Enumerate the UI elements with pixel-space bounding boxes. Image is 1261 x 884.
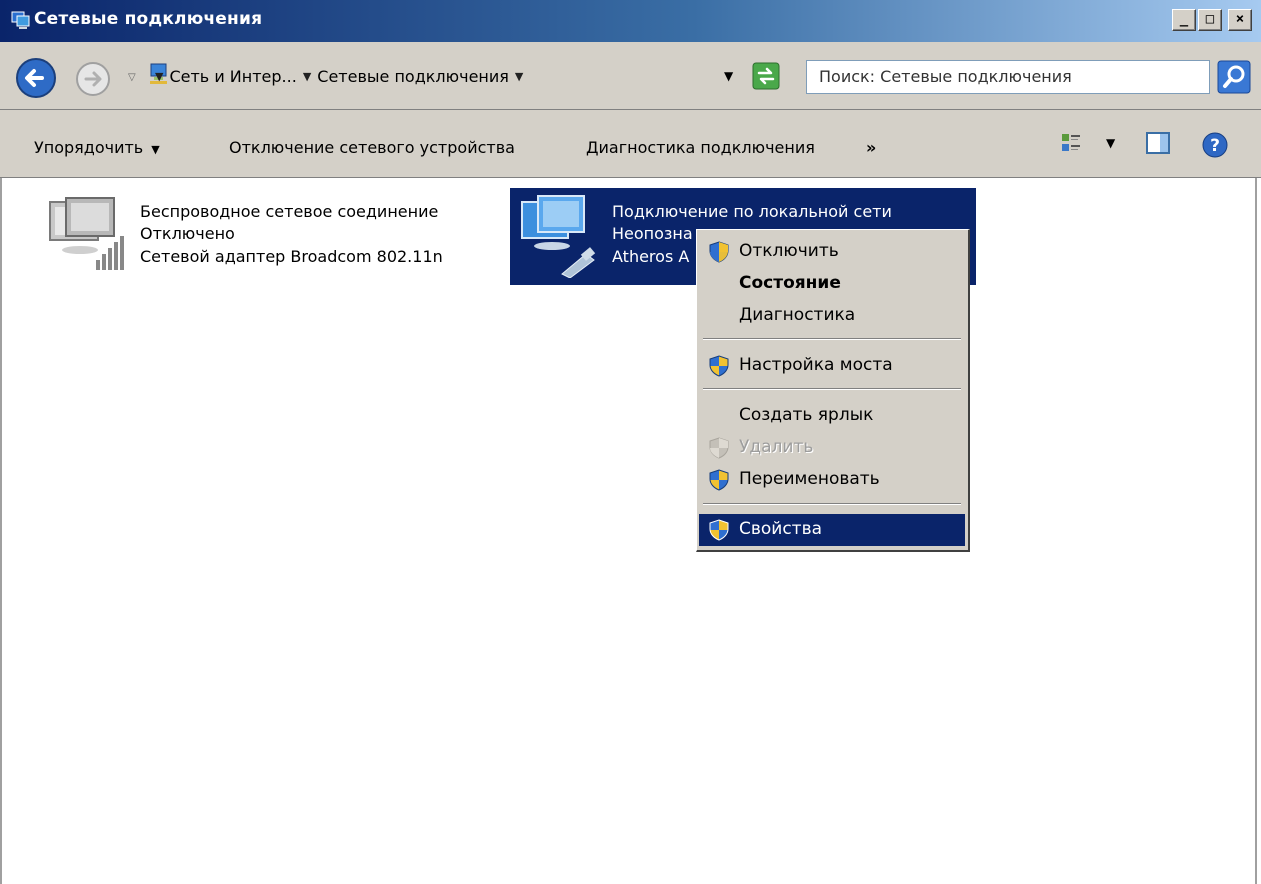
menu-separator: [703, 503, 961, 505]
views-button[interactable]: [1060, 132, 1082, 158]
crumb-separator-icon[interactable]: ▼: [303, 70, 311, 83]
organize-label: Упорядочить: [34, 138, 144, 157]
menu-separator: [703, 388, 961, 390]
wireless-network-icon: [44, 192, 136, 281]
forward-arrow-icon: [76, 62, 110, 96]
search-icon: [1217, 60, 1251, 94]
menu-item-label: Удалить: [739, 437, 814, 457]
maximize-icon: □: [1205, 11, 1215, 27]
menu-item-label: Отключить: [739, 241, 839, 261]
menu-item-properties[interactable]: Свойства: [699, 514, 965, 546]
preview-pane-icon: [1146, 132, 1170, 154]
preview-pane-button[interactable]: [1146, 132, 1170, 158]
help-button[interactable]: ?: [1202, 132, 1228, 162]
crumb-separator-icon[interactable]: ▼: [155, 70, 163, 83]
connection-item-wireless[interactable]: Беспроводное сетевое соединение Отключен…: [40, 190, 490, 280]
dropdown-arrow-icon: ▼: [151, 143, 160, 156]
close-icon: ×: [1235, 11, 1245, 27]
close-button[interactable]: ×: [1228, 9, 1252, 31]
lan-network-icon: [516, 192, 602, 283]
uac-shield-icon: [708, 469, 730, 496]
forward-button[interactable]: [74, 60, 112, 102]
address-bar: ▽ ▼ Сеть и Интер... ▼ Сетевые подключени…: [0, 42, 1261, 110]
menu-item-label: Диагностика: [739, 305, 856, 325]
menu-item-delete: Удалить: [699, 432, 965, 464]
menu-item-label: Состояние: [739, 273, 841, 293]
refresh-button[interactable]: [752, 62, 780, 90]
connection-adapter: Сетевой адаптер Broadcom 802.11n: [140, 247, 443, 266]
menu-item-label: Переименовать: [739, 469, 880, 489]
connection-adapter: Atheros A: [612, 247, 690, 266]
menu-item-rename[interactable]: Переименовать: [699, 464, 965, 496]
disable-device-button[interactable]: Отключение сетевого устройства: [229, 138, 515, 157]
minimize-icon: _: [1179, 11, 1189, 27]
refresh-icon: [752, 62, 780, 90]
uac-shield-icon: [708, 519, 730, 546]
menu-item-label: Настройка моста: [739, 355, 893, 375]
recent-pages-chevron-icon[interactable]: ▽: [128, 72, 136, 83]
menu-item-label: Свойства: [739, 519, 823, 539]
back-arrow-icon: [16, 58, 56, 98]
more-commands-button[interactable]: »: [866, 138, 876, 157]
search-input[interactable]: Поиск: Сетевые подключения: [806, 60, 1210, 94]
menu-item-label: Создать ярлык: [739, 405, 874, 425]
diagnose-connection-button[interactable]: Диагностика подключения: [586, 138, 815, 157]
network-connections-icon: [10, 10, 30, 34]
connection-name: Беспроводное сетевое соединение: [140, 202, 439, 221]
connection-status: Отключено: [140, 224, 235, 243]
menu-item-status[interactable]: Состояние: [699, 268, 965, 300]
command-toolbar: Упорядочить ▼ Отключение сетевого устройс…: [0, 110, 1261, 178]
views-dropdown-icon[interactable]: ▼: [1106, 136, 1115, 150]
menu-item-diagnostics[interactable]: Диагностика: [699, 300, 965, 332]
context-menu: Отключить Состояние Диагностика Настройк…: [696, 229, 970, 552]
menu-item-create-shortcut[interactable]: Создать ярлык: [699, 400, 965, 432]
left-border: [0, 178, 2, 884]
right-border: [1255, 178, 1257, 884]
organize-button[interactable]: Упорядочить ▼: [34, 138, 160, 157]
minimize-button[interactable]: _: [1172, 9, 1196, 31]
help-icon: ?: [1202, 132, 1228, 158]
search-button[interactable]: [1217, 60, 1251, 94]
back-button[interactable]: [14, 56, 58, 104]
uac-shield-icon: [708, 241, 730, 268]
views-icon: [1062, 134, 1080, 151]
title-bar[interactable]: Сетевые подключения _ □ ×: [0, 0, 1261, 42]
menu-separator: [703, 338, 961, 340]
connection-name: Подключение по локальной сети: [612, 202, 892, 221]
svg-text:?: ?: [1210, 136, 1220, 156]
maximize-button[interactable]: □: [1198, 9, 1222, 31]
window-title: Сетевые подключения: [34, 9, 263, 29]
breadcrumb-network[interactable]: Сеть и Интер...: [169, 67, 296, 86]
connection-status: Неопозна: [612, 224, 693, 243]
menu-item-disable[interactable]: Отключить: [699, 236, 965, 268]
menu-item-bridge[interactable]: Настройка моста: [699, 350, 965, 382]
address-dropdown-icon[interactable]: ▼: [724, 69, 733, 83]
uac-shield-icon: [708, 437, 730, 464]
crumb-separator-icon[interactable]: ▼: [515, 70, 523, 83]
breadcrumb-network-connections[interactable]: Сетевые подключения: [317, 67, 509, 86]
uac-shield-icon: [708, 355, 730, 382]
